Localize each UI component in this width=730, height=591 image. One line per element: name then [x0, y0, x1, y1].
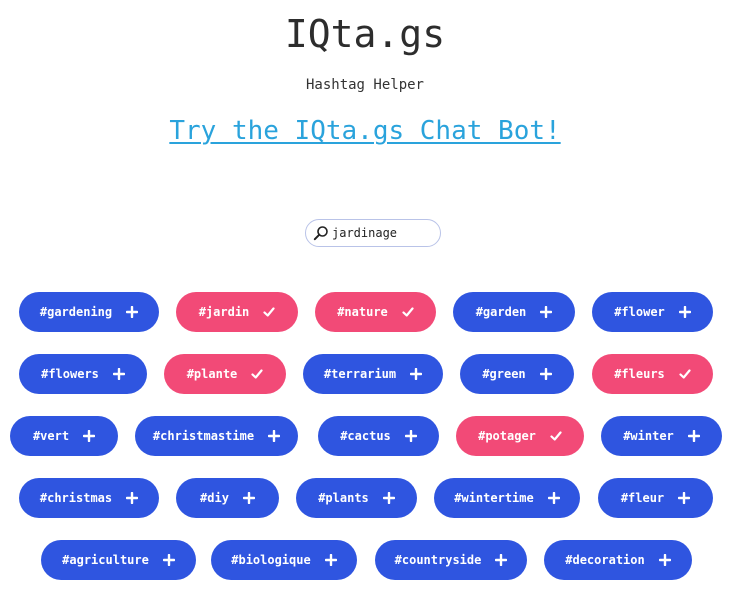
hashtag-chip[interactable]: #cactus: [318, 416, 439, 456]
plus-icon: [540, 305, 553, 319]
hashtag-label: #christmas: [39, 491, 113, 505]
hashtag-chip[interactable]: #wintertime: [434, 478, 580, 518]
hashtag-label: #countryside: [394, 553, 482, 567]
hashtag-chip[interactable]: #decoration: [544, 540, 692, 580]
hashtag-label: #cactus: [340, 429, 391, 443]
hashtag-label: #wintertime: [454, 491, 534, 505]
chat-bot-link[interactable]: Try the IQta.gs Chat Bot!: [0, 116, 730, 146]
hashtag-chip[interactable]: #christmas: [19, 478, 159, 518]
hashtag-chip[interactable]: #agriculture: [41, 540, 196, 580]
hashtag-chip[interactable]: #diy: [176, 478, 279, 518]
hashtag-label: #agriculture: [62, 553, 149, 567]
hashtag-label: #flower: [614, 305, 665, 319]
hashtag-label: #gardening: [39, 305, 113, 319]
hashtag-label: #garden: [475, 305, 527, 319]
check-icon: [679, 368, 691, 380]
hashtag-label: #fleur: [620, 491, 665, 505]
hashtag-label: #jardin: [198, 305, 250, 319]
plus-icon: [382, 491, 395, 505]
search-icon: [313, 226, 328, 241]
hashtag-chip[interactable]: #fleurs: [592, 354, 713, 394]
plus-icon: [404, 429, 417, 443]
plus-icon: [82, 429, 96, 443]
plus-icon: [677, 491, 691, 505]
plus-icon: [112, 367, 126, 381]
hashtag-label: #vert: [32, 429, 70, 443]
hashtag-chip[interactable]: #garden: [453, 292, 575, 332]
hashtag-chip[interactable]: #plants: [296, 478, 417, 518]
site-subtitle: Hashtag Helper: [305, 77, 424, 93]
check-icon: [402, 306, 414, 318]
plus-icon: [162, 553, 176, 567]
plus-icon: [495, 553, 508, 567]
plus-icon: [324, 553, 337, 567]
hashtag-chip[interactable]: #flowers: [19, 354, 147, 394]
hashtag-chip[interactable]: #potager: [456, 416, 584, 456]
hashtag-chip[interactable]: #winter: [601, 416, 722, 456]
hashtag-chip[interactable]: #countryside: [375, 540, 527, 580]
plus-icon: [242, 491, 256, 505]
hashtag-label: #fleurs: [614, 367, 665, 381]
hashtag-chip[interactable]: #flower: [592, 292, 713, 332]
plus-icon: [547, 491, 560, 505]
hashtag-label: #green: [482, 367, 526, 381]
search-box[interactable]: [305, 219, 441, 247]
check-icon: [263, 306, 275, 318]
check-icon: [550, 430, 562, 442]
plus-icon: [267, 429, 281, 443]
plus-icon: [125, 305, 139, 319]
hashtag-chip[interactable]: #fleur: [598, 478, 713, 518]
hashtag-label: #winter: [623, 429, 674, 443]
hashtag-label: #biologique: [231, 553, 311, 567]
hashtag-chip[interactable]: #jardin: [176, 292, 298, 332]
check-icon: [251, 368, 263, 380]
hashtag-chip[interactable]: #green: [460, 354, 574, 394]
hashtag-label: #plante: [186, 367, 238, 381]
hashtag-label: #plants: [318, 491, 369, 505]
hashtag-label: #decoration: [565, 553, 645, 567]
plus-icon: [125, 491, 139, 505]
hashtag-chip[interactable]: #christmastime: [135, 416, 298, 456]
hashtag-label: #flowers: [41, 367, 99, 381]
hashtag-chip[interactable]: #plante: [164, 354, 286, 394]
hashtag-chip[interactable]: #biologique: [211, 540, 357, 580]
plus-icon: [539, 367, 552, 381]
plus-icon: [678, 305, 691, 319]
hashtag-chip[interactable]: #gardening: [19, 292, 159, 332]
hashtag-chip[interactable]: #vert: [10, 416, 118, 456]
plus-icon: [658, 553, 671, 567]
plus-icon: [409, 367, 423, 381]
search-input[interactable]: [332, 223, 436, 243]
hashtag-label: #terrarium: [323, 367, 397, 381]
site-title: IQta.gs: [284, 12, 446, 56]
hashtag-label: #potager: [478, 429, 536, 443]
plus-icon: [687, 429, 700, 443]
hashtag-label: #diy: [200, 491, 229, 505]
hashtag-label: #christmastime: [152, 429, 255, 443]
hashtag-chip[interactable]: #terrarium: [303, 354, 443, 394]
hashtag-chip[interactable]: #nature: [315, 292, 436, 332]
hashtag-label: #nature: [337, 305, 388, 319]
